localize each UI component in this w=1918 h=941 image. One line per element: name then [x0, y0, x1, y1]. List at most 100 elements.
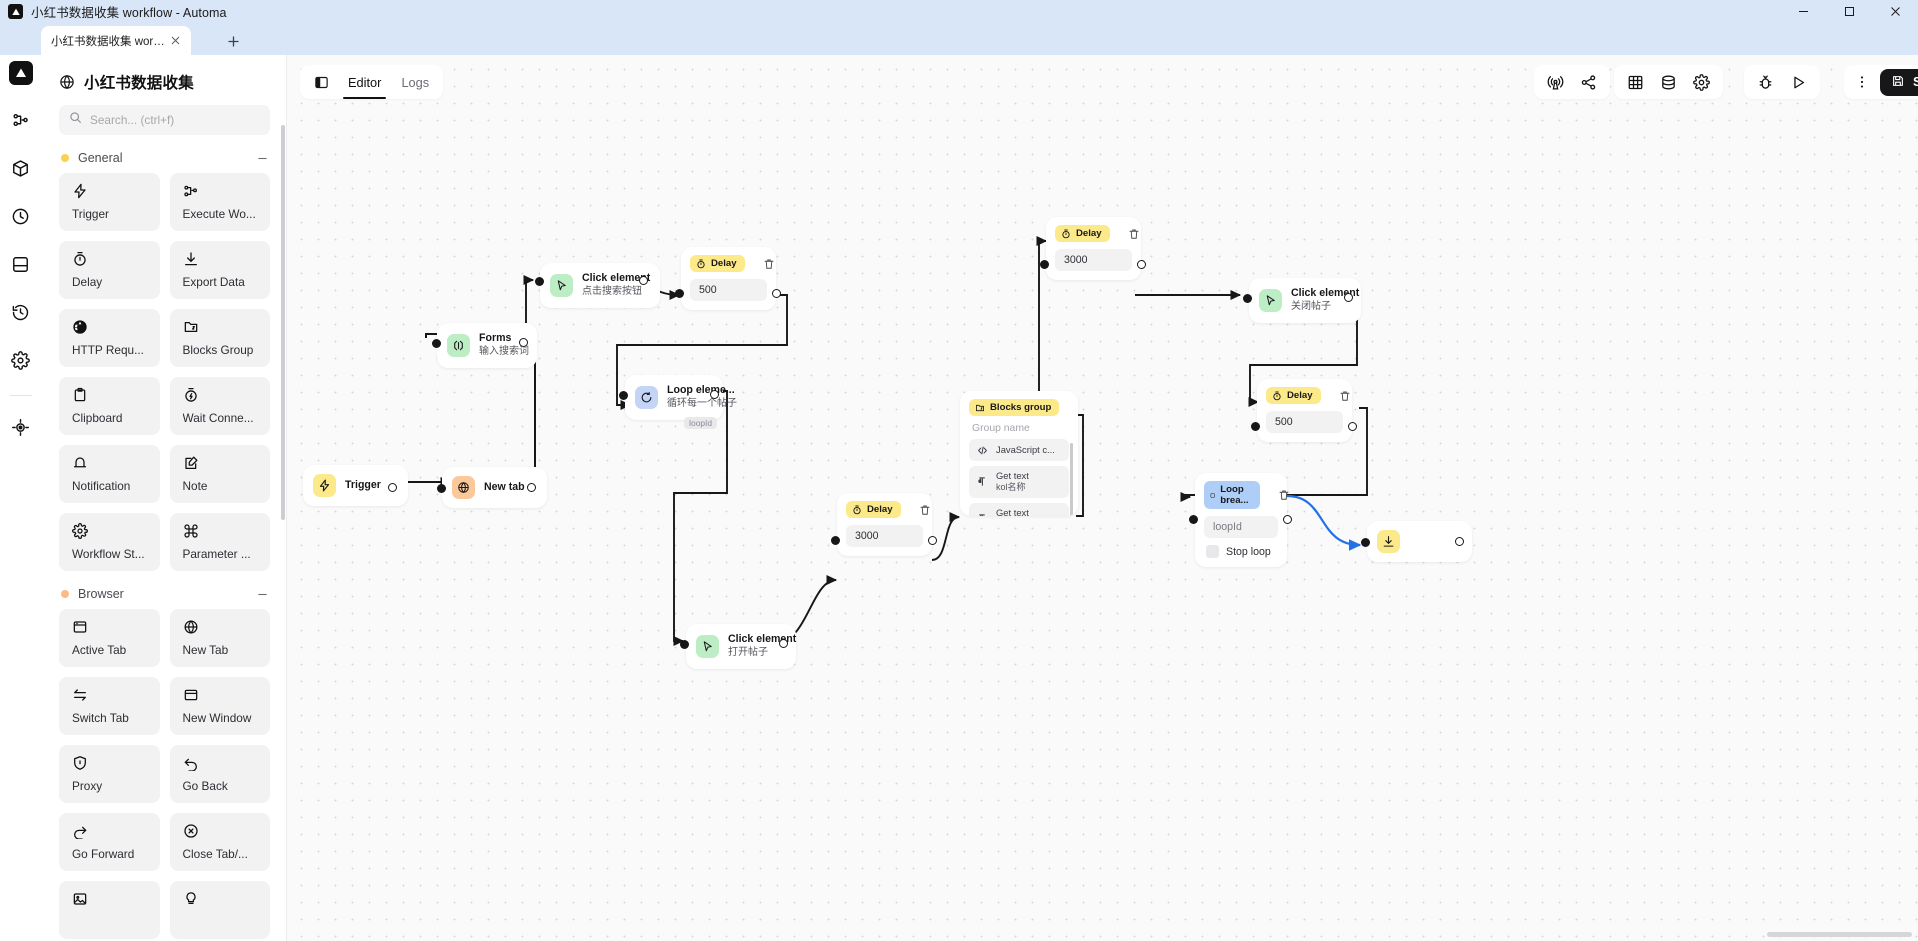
- rail-item-packages[interactable]: [6, 153, 36, 183]
- panel-scrollbar[interactable]: [281, 125, 285, 520]
- node-trigger[interactable]: Trigger: [303, 465, 408, 506]
- delay-value-input[interactable]: 500: [1266, 411, 1343, 433]
- tab-logs[interactable]: Logs: [399, 68, 431, 96]
- group-name-input[interactable]: Group name: [969, 416, 1069, 439]
- browser-tab[interactable]: 小红书数据收集 workflow: [41, 26, 191, 55]
- block-export-data[interactable]: Export Data: [169, 241, 270, 299]
- node-click-element-close-post[interactable]: Click element 关闭帖子: [1243, 278, 1361, 323]
- block-go-forward[interactable]: Go Forward: [59, 813, 160, 871]
- delete-icon[interactable]: [919, 504, 931, 516]
- panel-toggle-icon[interactable]: [312, 73, 330, 91]
- search-input[interactable]: [90, 113, 260, 127]
- checkbox-box[interactable]: [1206, 545, 1219, 558]
- block-image[interactable]: [59, 881, 160, 939]
- node-input-handle[interactable]: [1361, 538, 1370, 547]
- node-output-handle[interactable]: [1455, 537, 1464, 546]
- node-input-handle[interactable]: [437, 484, 446, 493]
- rail-item-storage[interactable]: [6, 249, 36, 279]
- node-delay-500-a[interactable]: Delay 500: [675, 247, 781, 310]
- node-input-handle[interactable]: [619, 391, 628, 400]
- group-item[interactable]: Get text 标题: [969, 502, 1069, 516]
- block-delay[interactable]: Delay: [59, 241, 160, 299]
- node-input-handle[interactable]: [432, 339, 441, 348]
- node-input-handle[interactable]: [1251, 422, 1260, 431]
- block-close-tab[interactable]: Close Tab/...: [169, 813, 270, 871]
- node-delay-500-b[interactable]: Delay 500: [1251, 379, 1357, 442]
- broadcast-icon[interactable]: [1547, 74, 1564, 91]
- block-wait-connections[interactable]: Wait Conne...: [169, 377, 270, 435]
- node-output-handle[interactable]: [527, 483, 536, 492]
- node-export-data[interactable]: [1361, 521, 1472, 562]
- node-output-handle[interactable]: [1344, 293, 1353, 302]
- block-clipboard[interactable]: Clipboard: [59, 377, 160, 435]
- bug-icon[interactable]: [1757, 74, 1774, 91]
- close-icon[interactable]: [167, 33, 183, 49]
- node-input-handle[interactable]: [535, 277, 544, 286]
- table-icon[interactable]: [1627, 74, 1644, 91]
- node-output-handle[interactable]: [779, 639, 788, 648]
- block-execute-workflow[interactable]: Execute Wo...: [169, 173, 270, 231]
- delete-icon[interactable]: [763, 258, 775, 270]
- node-output-handle[interactable]: [1137, 260, 1146, 269]
- block-blocks-group[interactable]: Blocks Group: [169, 309, 270, 367]
- node-delay-3000-a[interactable]: Delay 3000: [831, 493, 937, 556]
- node-output-handle[interactable]: [1283, 515, 1292, 524]
- block-active-tab[interactable]: Active Tab: [59, 609, 160, 667]
- block-http-request[interactable]: HTTP Requ...: [59, 309, 160, 367]
- node-output-handle[interactable]: [639, 276, 648, 285]
- minimize-icon[interactable]: [1780, 0, 1826, 23]
- search-box[interactable]: [59, 105, 270, 135]
- stop-loop-checkbox[interactable]: Stop loop: [1204, 545, 1278, 558]
- node-input-handle[interactable]: [680, 640, 689, 649]
- rail-item-logs-history[interactable]: [6, 297, 36, 327]
- block-new-tab[interactable]: New Tab: [169, 609, 270, 667]
- maximize-icon[interactable]: [1826, 0, 1872, 23]
- rail-item-scheduled[interactable]: [6, 201, 36, 231]
- minus-icon[interactable]: [257, 588, 268, 602]
- loop-id-input[interactable]: loopId: [1204, 516, 1278, 538]
- rail-item-settings[interactable]: [6, 345, 36, 375]
- category-header-general[interactable]: General: [41, 135, 286, 173]
- rail-item-recording[interactable]: [6, 412, 36, 442]
- group-scrollbar[interactable]: [1070, 443, 1073, 516]
- gear-icon[interactable]: [1693, 73, 1710, 91]
- node-new-tab[interactable]: New tab: [437, 467, 547, 508]
- node-input-handle[interactable]: [1040, 260, 1049, 269]
- new-tab-button[interactable]: [222, 30, 244, 52]
- block-proxy[interactable]: Proxy: [59, 745, 160, 803]
- node-output-handle[interactable]: [710, 390, 719, 399]
- node-output-handle[interactable]: [388, 483, 397, 492]
- node-input-handle[interactable]: [675, 289, 684, 298]
- node-output-handle[interactable]: [772, 289, 781, 298]
- delay-value-input[interactable]: 3000: [846, 525, 923, 547]
- delete-icon[interactable]: [1278, 489, 1290, 501]
- delay-value-input[interactable]: 3000: [1055, 249, 1132, 271]
- node-input-handle[interactable]: [831, 536, 840, 545]
- share-icon[interactable]: [1580, 74, 1597, 91]
- block-trigger[interactable]: Trigger: [59, 173, 160, 231]
- block-note[interactable]: Note: [169, 445, 270, 503]
- node-click-element-open-post[interactable]: Click element 打开帖子: [680, 624, 796, 669]
- node-forms[interactable]: Forms 输入搜索词: [432, 323, 537, 368]
- delay-value-input[interactable]: 500: [690, 279, 767, 301]
- block-workflow-state[interactable]: Workflow St...: [59, 513, 160, 571]
- play-icon[interactable]: [1790, 74, 1807, 91]
- more-vertical-icon[interactable]: [1854, 74, 1870, 90]
- node-output-handle[interactable]: [519, 338, 528, 347]
- block-idle[interactable]: [169, 881, 270, 939]
- minus-icon[interactable]: [257, 152, 268, 166]
- delete-icon[interactable]: [1128, 228, 1140, 240]
- block-parameter-prompt[interactable]: Parameter ...: [169, 513, 270, 571]
- close-icon[interactable]: [1872, 0, 1918, 23]
- node-click-element-search[interactable]: Click element 点击搜索按钮: [535, 263, 660, 308]
- delete-icon[interactable]: [1339, 390, 1351, 402]
- database-icon[interactable]: [1660, 74, 1677, 91]
- canvas-horizontal-scrollbar[interactable]: [1767, 932, 1912, 937]
- block-notification[interactable]: Notification: [59, 445, 160, 503]
- node-loop-elements[interactable]: Loop eleme... 循环每一个帖子 loopId: [619, 375, 737, 429]
- node-output-handle[interactable]: [928, 536, 937, 545]
- automa-logo-icon[interactable]: [8, 61, 33, 85]
- node-input-handle[interactable]: [1189, 515, 1198, 524]
- save-button[interactable]: Save: [1880, 68, 1918, 96]
- node-loop-breakpoint[interactable]: Loop brea... loopId Stop loop: [1189, 473, 1292, 567]
